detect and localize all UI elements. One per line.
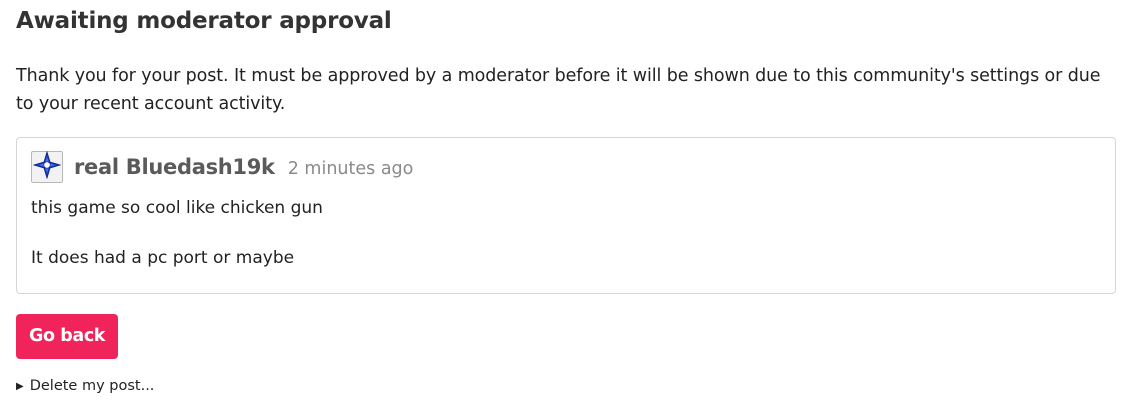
approval-page: Awaiting moderator approval Thank you fo… xyxy=(0,0,1147,417)
user-avatar[interactable] xyxy=(31,150,63,183)
post-body: this game so cool like chicken gun It do… xyxy=(31,197,1101,269)
post-author-name[interactable]: real Bluedash19k xyxy=(74,155,275,179)
pending-post-card: real Bluedash19k 2 minutes ago this game… xyxy=(16,137,1116,294)
shuriken-avatar-icon xyxy=(32,150,62,183)
post-timestamp: 2 minutes ago xyxy=(287,158,414,179)
page-title: Awaiting moderator approval xyxy=(16,8,392,34)
post-paragraph: It does had a pc port or maybe xyxy=(31,248,295,268)
post-paragraph: this game so cool like chicken gun xyxy=(31,198,323,218)
go-back-button[interactable]: Go back xyxy=(16,314,119,359)
delete-post-toggle[interactable]: ▶ Delete my post... xyxy=(16,378,1131,394)
delete-post-label: Delete my post... xyxy=(29,378,155,394)
post-header: real Bluedash19k 2 minutes ago xyxy=(31,150,1101,183)
triangle-right-icon: ▶ xyxy=(16,381,24,392)
approval-notice: Thank you for your post. It must be appr… xyxy=(16,66,1101,114)
